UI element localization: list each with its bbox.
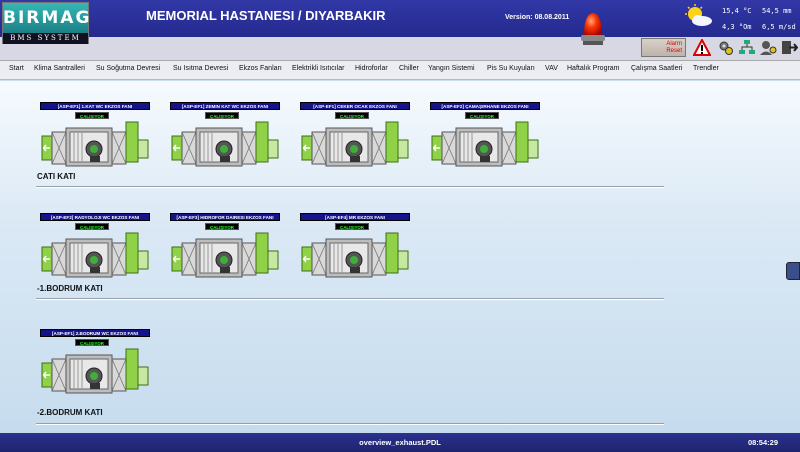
- weather-sun-cloud-icon: [685, 4, 712, 26]
- fan-unit[interactable]: [ASP-EF1] 2.BODRUM WC EKZOS FANI ÇALIŞIY…: [40, 329, 160, 405]
- exhaust-fan-icon: [301, 232, 409, 278]
- app-title: MEMORIAL HASTANESI / DIYARBAKIR: [146, 8, 386, 23]
- fan-title: [ASP-EF2] ÇAMAŞIRHANE EKZOS FANI: [430, 102, 540, 110]
- fan-unit[interactable]: [ASP-EF1] 1.KAT WC EKZOS FANI ÇALIŞIYOR: [40, 102, 160, 178]
- nav-elektrikli-isiticilar[interactable]: Elektrikli Isıtıcılar: [292, 65, 345, 72]
- header-bar: MEMORIAL HASTANESI / DIYARBAKIR Version:…: [0, 0, 800, 37]
- fan-title: [ASP-EF1] 1.KAT WC EKZOS FANI: [40, 102, 150, 110]
- weather-wind: 6,5 m/sd: [762, 23, 796, 31]
- floor-divider: [36, 298, 664, 300]
- fan-unit[interactable]: [ASP-EF1] ZEMIN KAT WC EKZOS FANI ÇALIŞI…: [170, 102, 290, 178]
- exhaust-fan-icon: [301, 121, 409, 167]
- fan-unit[interactable]: [ASP-EF2] ÇAMAŞIRHANE EKZOS FANI ÇALIŞIY…: [430, 102, 550, 178]
- nav-haftalik-program[interactable]: Haftalık Program: [567, 65, 620, 72]
- nav-calisma-saatleri[interactable]: Çalışma Saatleri: [631, 65, 682, 72]
- exhaust-fan-icon: [41, 232, 149, 278]
- nav-trendler[interactable]: Trendler: [693, 65, 719, 72]
- current-file: overview_exhaust.PDL: [359, 438, 441, 447]
- exhaust-fan-icon: [41, 348, 149, 394]
- floor-label: -1.BODRUM KATI: [37, 284, 103, 293]
- clock: 08:54:29: [747, 438, 778, 447]
- nav-pis-su-kuyulari[interactable]: Pis Su Kuyuları: [487, 65, 535, 72]
- exhaust-fan-icon: [171, 121, 279, 167]
- exhaust-fan-icon: [41, 121, 149, 167]
- birmag-logo: BIRMAG BMS SYSTEM: [2, 2, 89, 44]
- version-label: Version: 08.08.2011: [505, 14, 570, 21]
- fan-unit[interactable]: [ASP-EF2] RADYOLOJI WC EKZOS FANI ÇALIŞI…: [40, 213, 160, 289]
- alarm-beacon-icon[interactable]: [580, 8, 606, 48]
- fan-unit[interactable]: [ASP-EF1] CEKER OCAK EKZOS FANI ÇALIŞIYO…: [300, 102, 420, 178]
- fan-title: [ASP-EF4] MR EKZOS FANI: [300, 213, 410, 221]
- fan-unit[interactable]: [ASP-EF3] HIDROFOR DAIRESI EKZOS FANI ÇA…: [170, 213, 290, 289]
- floor-label: CATI KATI: [37, 172, 76, 181]
- fan-title: [ASP-EF1] 2.BODRUM WC EKZOS FANI: [40, 329, 150, 337]
- weather-humidity: 4,3 °Om: [722, 23, 752, 31]
- status-bar: overview_exhaust.PDL 08:54:29: [0, 433, 800, 452]
- nav-chiller[interactable]: Chiller: [399, 65, 419, 72]
- exhaust-fan-icon: [171, 232, 279, 278]
- floor-divider: [36, 186, 664, 188]
- exhaust-fan-icon: [431, 121, 539, 167]
- nav-ekzos-fanlari[interactable]: Ekzos Fanları: [239, 65, 282, 72]
- exit-icon[interactable]: [780, 39, 798, 56]
- fan-title: [ASP-EF3] HIDROFOR DAIRESI EKZOS FANI: [170, 213, 280, 221]
- fan-unit[interactable]: [ASP-EF4] MR EKZOS FANI ÇALIŞIYOR: [300, 213, 420, 289]
- nav-hidroforlar[interactable]: Hidroforlar: [355, 65, 388, 72]
- main-nav: Start Klima Santralleri Su Soğutma Devre…: [0, 61, 800, 80]
- network-icon[interactable]: [738, 39, 756, 56]
- warning-icon[interactable]: [693, 39, 711, 56]
- nav-start[interactable]: Start: [9, 65, 24, 72]
- alarm-reset-button[interactable]: Alarm Reset: [641, 38, 686, 57]
- fan-title: [ASP-EF1] CEKER OCAK EKZOS FANI: [300, 102, 410, 110]
- user-gear-icon[interactable]: [759, 39, 777, 56]
- weather-pressure: 54,5 mm: [762, 7, 792, 15]
- settings-gears-icon[interactable]: [717, 39, 735, 56]
- nav-su-isitma[interactable]: Su Isıtma Devresi: [173, 65, 228, 72]
- nav-yangin-sistemi[interactable]: Yangın Sistemi: [428, 65, 475, 72]
- fan-title: [ASP-EF1] ZEMIN KAT WC EKZOS FANI: [170, 102, 280, 110]
- floor-divider: [36, 423, 664, 425]
- nav-su-sogutma[interactable]: Su Soğutma Devresi: [96, 65, 160, 72]
- side-panel-handle[interactable]: [786, 262, 800, 280]
- weather-temp: 15,4 °C: [722, 7, 752, 15]
- nav-klima-santralleri[interactable]: Klima Santralleri: [34, 65, 85, 72]
- fan-title: [ASP-EF2] RADYOLOJI WC EKZOS FANI: [40, 213, 150, 221]
- floor-label: -2.BODRUM KATI: [37, 408, 103, 417]
- nav-vav[interactable]: VAV: [545, 65, 558, 72]
